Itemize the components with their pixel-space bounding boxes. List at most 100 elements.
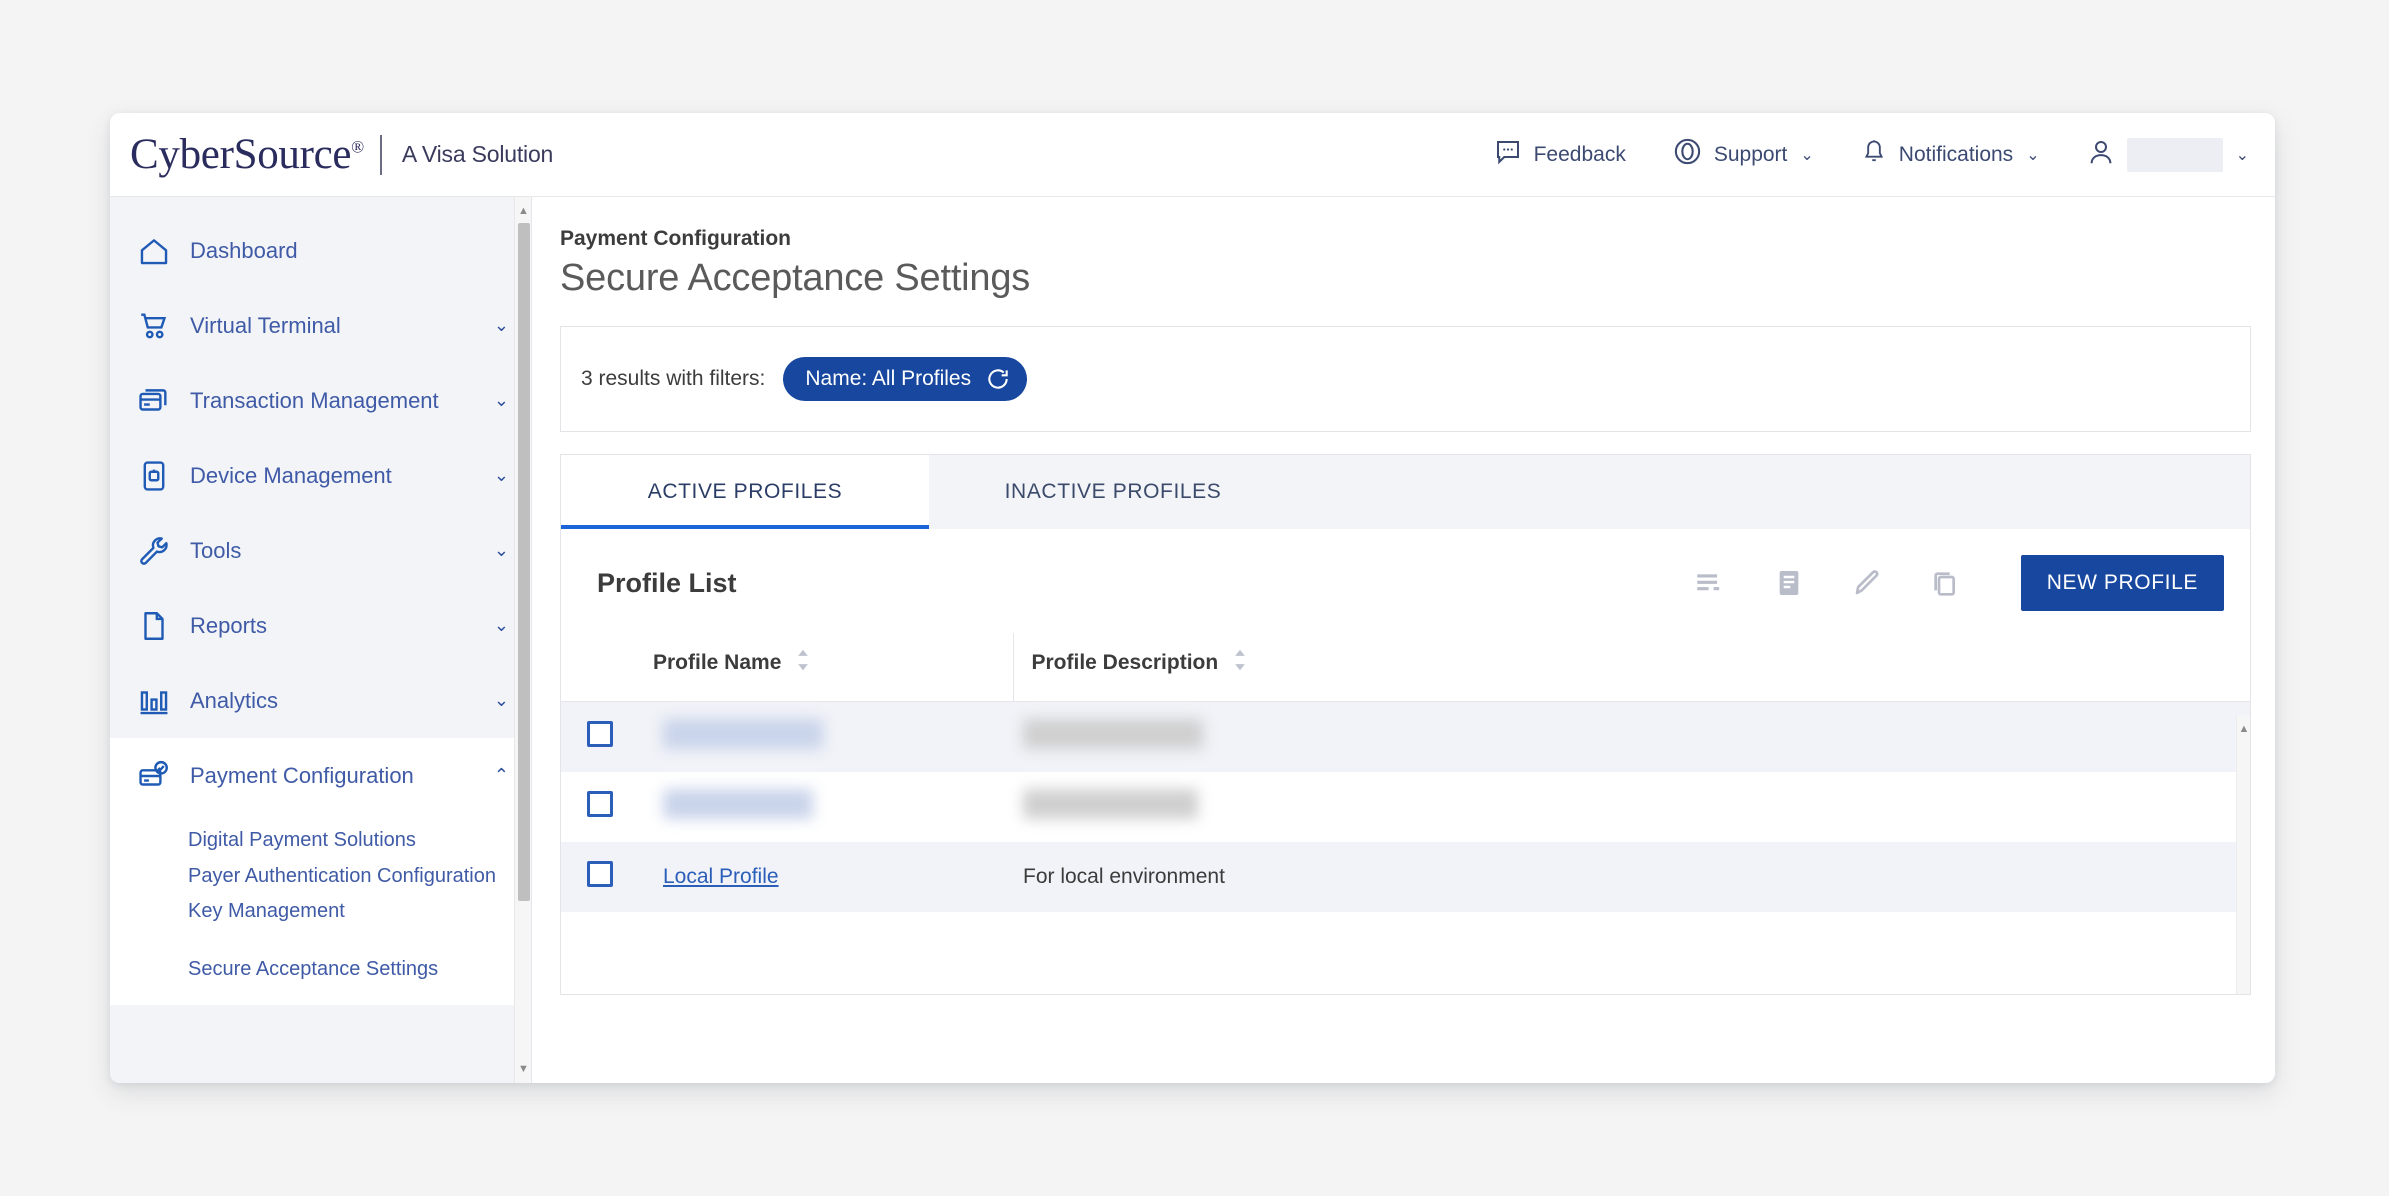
sidebar-subitem-payer-authentication-configuration[interactable]: Payer Authentication Configuration	[110, 859, 531, 895]
sidebar-label: Dashboard	[190, 237, 298, 263]
cell-profile-name	[653, 772, 1013, 842]
breadcrumb: Payment Configuration	[560, 227, 792, 250]
chevron-down-icon: ⌄	[493, 390, 509, 410]
redacted-profile-description	[1023, 788, 1198, 819]
filter-chip-name[interactable]: Name: All Profiles	[783, 357, 1028, 401]
sidebar-label: Reports	[190, 612, 268, 638]
scroll-down-arrow-icon[interactable]: ▼	[515, 1059, 531, 1079]
bell-icon	[1860, 137, 1888, 173]
table-row[interactable]: Local Profile For local environment	[561, 841, 2250, 912]
filter-chip-label: Name: All Profiles	[805, 367, 972, 390]
document-lines-icon[interactable]	[1773, 566, 1805, 600]
feedback-button[interactable]: Feedback	[1493, 137, 1626, 173]
profile-list-card: Profile List NEW PROFILE Profile Name Pr…	[560, 529, 2251, 995]
main-content: Payment Configuration Secure Acceptance …	[532, 197, 2275, 1083]
brand-area: CyberSource® A Visa Solution	[110, 133, 553, 176]
table-header-row: Profile Name Profile Description	[561, 633, 2250, 702]
chevron-down-icon: ⌄	[493, 615, 509, 635]
payment-configuration-submenu: Digital Payment Solutions Payer Authenti…	[110, 813, 531, 1006]
column-profile-name[interactable]: Profile Name	[653, 633, 1013, 702]
support-menu[interactable]: Support ⌄	[1672, 136, 1814, 173]
pencil-edit-icon[interactable]	[1851, 567, 1883, 599]
sidebar-item-transaction-management[interactable]: Transaction Management ⌄	[110, 363, 531, 438]
profile-table-body: Local Profile For local environment	[561, 701, 2250, 912]
redacted-profile-name	[663, 718, 823, 749]
column-label: Profile Description	[1031, 651, 1219, 674]
chevron-down-icon: ⌄	[2235, 146, 2249, 164]
sidebar-item-virtual-terminal[interactable]: Virtual Terminal ⌄	[110, 288, 531, 363]
table-row[interactable]	[561, 772, 2250, 842]
notifications-menu[interactable]: Notifications ⌄	[1860, 137, 2040, 173]
cell-profile-description	[1013, 701, 2250, 772]
sidebar-label: Analytics	[190, 687, 279, 713]
sidebar-subitem-secure-acceptance-settings[interactable]: Secure Acceptance Settings	[110, 952, 531, 988]
row-checkbox[interactable]	[587, 790, 613, 817]
profile-name-link[interactable]: Local Profile	[663, 865, 779, 888]
redacted-profile-description	[1023, 718, 1203, 749]
table-scrollbar[interactable]: ▲	[2236, 715, 2250, 994]
application-window: CyberSource® A Visa Solution Feedback Su…	[110, 113, 2275, 1083]
profile-list-toolbar: NEW PROFILE	[1693, 555, 2224, 611]
chevron-down-icon: ⌄	[2026, 146, 2040, 164]
filter-bar: 3 results with filters: Name: All Profil…	[560, 326, 2251, 432]
row-select-cell	[561, 701, 653, 772]
profile-description-text: For local environment	[1023, 864, 1225, 888]
sidebar-label: Device Management	[190, 462, 392, 488]
user-name-redacted	[2126, 137, 2223, 172]
cart-icon	[134, 306, 174, 346]
registered-mark: ®	[351, 137, 364, 157]
sidebar-label: Tools	[190, 537, 242, 563]
sidebar-scrollbar[interactable]: ▲ ▼	[514, 197, 531, 1083]
table-row[interactable]	[561, 701, 2250, 772]
sidebar-item-dashboard[interactable]: Dashboard	[110, 213, 531, 288]
sidebar-subitem-key-management[interactable]: Key Management	[110, 894, 531, 930]
page-title: Secure Acceptance Settings	[560, 257, 1031, 299]
new-profile-button[interactable]: NEW PROFILE	[2020, 555, 2224, 611]
chevron-down-icon: ⌄	[1800, 146, 1814, 164]
cell-profile-name	[653, 701, 1013, 772]
user-account-menu[interactable]: ⌄	[2086, 136, 2249, 174]
row-select-cell	[561, 841, 653, 912]
row-checkbox[interactable]	[587, 860, 613, 887]
row-select-cell	[561, 772, 653, 842]
profile-table-head: Profile Name Profile Description	[561, 633, 2250, 702]
device-icon	[134, 456, 174, 496]
chevron-up-icon: ⌃	[493, 765, 509, 785]
tab-inactive-profiles[interactable]: INACTIVE PROFILES	[929, 455, 1297, 529]
sidebar-label: Payment Configuration	[190, 762, 414, 788]
copy-duplicate-icon[interactable]	[1929, 567, 1961, 599]
tab-active-profiles[interactable]: ACTIVE PROFILES	[561, 455, 929, 529]
profile-list-title: Profile List	[597, 567, 737, 598]
sort-arrows-icon[interactable]	[1232, 649, 1248, 677]
sidebar-subitem-digital-payment-solutions[interactable]: Digital Payment Solutions	[110, 823, 531, 859]
scroll-up-arrow-icon[interactable]: ▲	[515, 201, 531, 221]
chevron-down-icon: ⌄	[493, 690, 509, 710]
chevron-down-icon: ⌄	[493, 540, 509, 560]
sidebar-item-tools[interactable]: Tools ⌄	[110, 513, 531, 588]
wrench-icon	[134, 531, 174, 571]
sort-arrows-icon[interactable]	[795, 649, 811, 677]
chevron-down-icon: ⌄	[493, 315, 509, 335]
row-checkbox[interactable]	[587, 720, 613, 747]
lifebuoy-icon	[1672, 136, 1703, 173]
sidebar-navigation: Dashboard Virtual Terminal ⌄ Transaction…	[110, 197, 532, 1083]
reset-circle-icon[interactable]	[985, 366, 1011, 392]
notifications-label: Notifications	[1898, 142, 2014, 166]
sort-lines-icon[interactable]	[1693, 568, 1727, 598]
top-header-bar: CyberSource® A Visa Solution Feedback Su…	[110, 113, 2275, 197]
cards-icon	[134, 381, 174, 421]
cell-profile-description: For local environment	[1013, 841, 2250, 912]
sidebar-item-payment-configuration[interactable]: Payment Configuration ⌃	[110, 738, 531, 813]
column-profile-description[interactable]: Profile Description	[1012, 633, 2250, 702]
sidebar-item-analytics[interactable]: Analytics ⌄	[110, 663, 531, 738]
sidebar-scrollbar-thumb[interactable]	[518, 223, 530, 901]
brand-divider	[379, 134, 382, 175]
cell-profile-description	[1013, 772, 2250, 842]
sidebar-item-device-management[interactable]: Device Management ⌄	[110, 438, 531, 513]
scroll-up-arrow-icon[interactable]: ▲	[2237, 719, 2250, 739]
select-all-column	[561, 633, 653, 702]
sidebar-item-reports[interactable]: Reports ⌄	[110, 588, 531, 663]
header-actions: Feedback Support ⌄ Notifications ⌄ ⌄	[1493, 136, 2275, 174]
bar-chart-icon	[134, 681, 174, 721]
results-count-label: 3 results with filters:	[581, 367, 766, 390]
